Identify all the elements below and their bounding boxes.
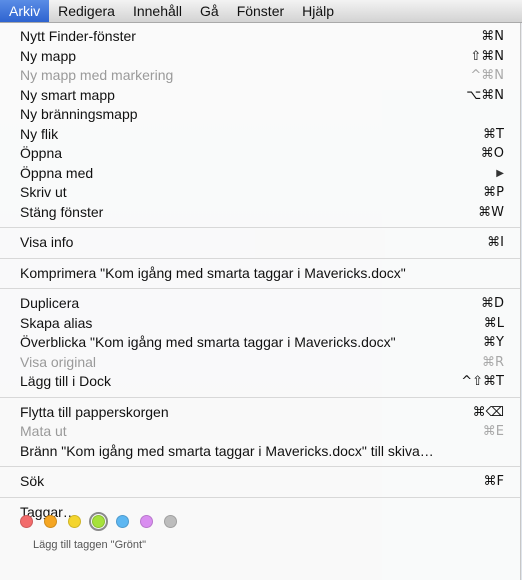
shortcut: ⌘Y [483,335,504,350]
shortcut: ⌘E [482,424,504,439]
tag-color-dot[interactable] [20,515,33,528]
menu-item-label: Ny mapp [20,47,77,64]
tag-color-picker [20,512,177,531]
menu-item-new-smart-folder[interactable]: Ny smart mapp ⌥⌘N [0,86,520,106]
tag-hint-label: Lägg till taggen "Grönt" [33,539,146,551]
tag-color-dot[interactable] [44,515,57,528]
shortcut: ⌘⌫ [472,404,504,420]
shortcut: ⌥⌘N [466,87,504,103]
menu-item-open[interactable]: Öppna ⌘O [0,144,520,164]
menu-separator [0,466,520,467]
menu-item-quick-look[interactable]: Överblicka "Kom igång med smarta taggar … [0,333,520,353]
tag-color-dot[interactable] [164,515,177,528]
menu-item-eject: Mata ut ⌘E [0,422,520,442]
menu-separator [0,257,520,259]
menu-item-label: Öppna [20,145,63,161]
shortcut: ⌘P [483,185,504,200]
menu-item-label: Lägg till i Dock [20,373,112,389]
shortcut: ⌘R [481,354,504,370]
menu-item-new-folder-with-selection: Ny mapp med markering ^⌘N [0,66,520,86]
arkiv-dropdown-menu: Nytt Finder-fönster ⌘N Ny mapp ⇧⌘N Ny mapp… [0,23,521,580]
menu-ga[interactable]: Gå [191,0,228,22]
shortcut: ^⌘N [470,68,504,83]
menu-item-compress[interactable]: Komprimera "Kom igång med smarta taggar … [0,264,520,284]
tag-color-dot[interactable] [140,515,153,528]
menu-item-add-to-dock[interactable]: Lägg till i Dock ^⇧⌘T [0,372,520,392]
menu-item-label: Öppna med [20,164,94,181]
menu-bar: Arkiv Redigera Innehåll Gå Fönster Hjälp [0,0,522,23]
menu-item-make-alias[interactable]: Skapa alias ⌘L [0,314,520,334]
menu-item-label: Ny bränningsmapp [20,106,138,122]
menu-item-open-with[interactable]: Öppna med ▶ [0,164,520,184]
menu-fonster[interactable]: Fönster [228,0,293,22]
menu-item-new-tab[interactable]: Ny flik ⌘T [0,125,520,145]
shortcut: ⌘O [480,146,504,161]
shortcut: ⌘F [483,474,504,489]
menu-item-label: Skapa alias [20,314,93,331]
menu-item-find[interactable]: Sök ⌘F [0,472,520,492]
menu-hjalp[interactable]: Hjälp [293,0,343,22]
shortcut: ⌘D [480,296,504,311]
menu-item-label: Visa info [20,234,74,250]
shortcut: ⌘L [483,315,504,331]
menu-item-label: Ny smart mapp [20,86,115,103]
menu-item-label: Bränn "Kom igång med smarta taggar i Mav… [20,442,434,459]
menu-item-new-burn-folder[interactable]: Ny bränningsmapp [0,105,520,125]
menu-item-show-original: Visa original ⌘R [0,353,520,373]
menu-item-label: Flytta till papperskorgen [20,403,169,420]
menu-item-print[interactable]: Skriv ut ⌘P [0,183,520,203]
menu-item-label: Duplicera [20,295,80,311]
shortcut: ⌘I [487,235,504,250]
menu-item-label: Sök [20,473,45,489]
menu-separator [0,288,520,289]
menu-item-label: Stäng fönster [20,203,104,220]
menu-item-new-folder[interactable]: Ny mapp ⇧⌘N [0,47,520,67]
menu-arkiv[interactable]: Arkiv [0,0,50,22]
shortcut: ⌘W [478,204,504,220]
menu-innehall[interactable]: Innehåll [124,0,191,22]
shortcut: ⌘T [483,126,504,142]
shortcut: ^⇧⌘T [461,374,504,389]
menu-item-label: Visa original [20,353,97,370]
menu-item-label: Mata ut [20,423,67,439]
menu-item-duplicate[interactable]: Duplicera ⌘D [0,294,520,314]
menu-separator [0,396,520,398]
tag-color-dot[interactable] [116,515,129,528]
menu-redigera[interactable]: Redigera [49,0,124,22]
tag-color-dot[interactable] [68,515,81,528]
submenu-arrow-icon: ▶ [496,167,504,179]
menu-item-label: Ny mapp med markering [20,67,174,83]
menu-item-label: Skriv ut [20,184,67,200]
menu-item-label: Nytt Finder-fönster [20,28,136,44]
menu-separator [0,227,520,228]
shortcut: ⇧⌘N [470,48,504,64]
menu-item-new-finder-window[interactable]: Nytt Finder-fönster ⌘N [0,27,520,47]
menu-separator [0,496,520,498]
menu-item-close-window[interactable]: Stäng fönster ⌘W [0,203,520,223]
menu-item-get-info[interactable]: Visa info ⌘I [0,233,520,253]
menu-item-label: Ny flik [20,125,59,142]
tag-color-dot[interactable] [89,512,108,531]
menu-item-label: Komprimera "Kom igång med smarta taggar … [20,264,406,281]
shortcut: ⌘N [481,29,504,44]
menu-item-move-to-trash[interactable]: Flytta till papperskorgen ⌘⌫ [0,403,520,423]
menu-item-label: Överblicka "Kom igång med smarta taggar … [20,334,396,350]
menu-item-burn-to-disc[interactable]: Bränn "Kom igång med smarta taggar i Mav… [0,442,520,462]
